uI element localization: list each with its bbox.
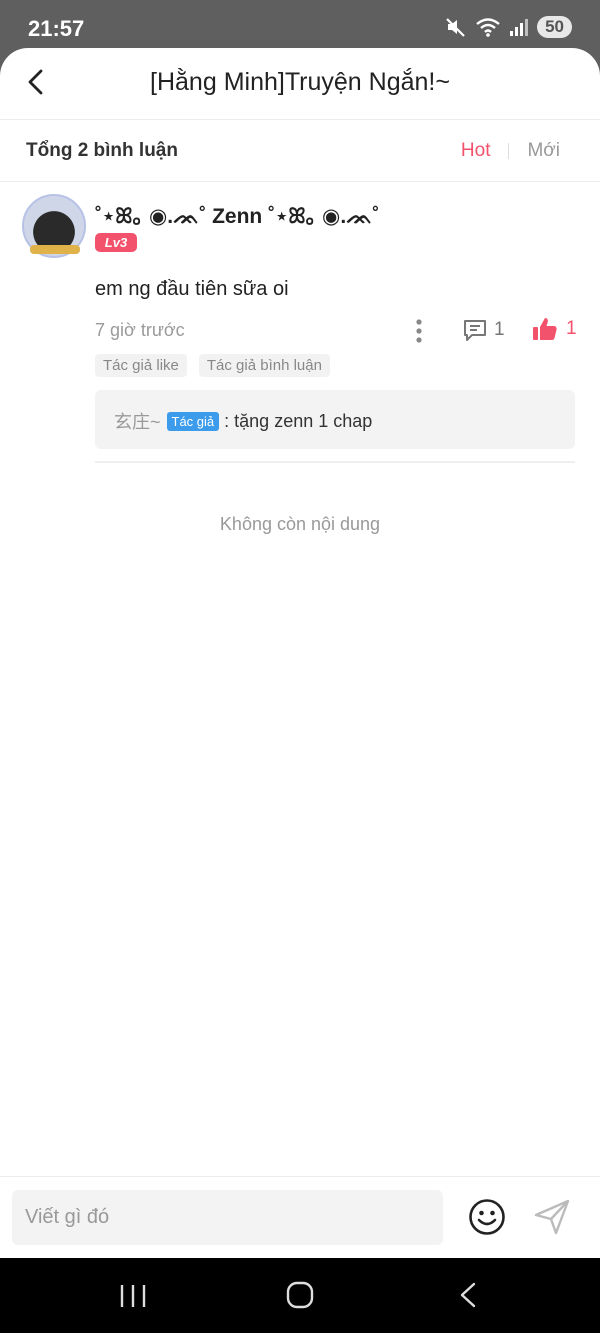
recent-apps-icon[interactable] xyxy=(118,1282,148,1310)
author-badge: Tác giả xyxy=(166,411,220,431)
battery-indicator: 50 xyxy=(537,16,572,38)
like-button[interactable]: 1 xyxy=(532,316,577,342)
wifi-icon xyxy=(476,18,500,37)
reply-preview[interactable]: 玄庄~ Tác giả : tặng zenn 1 chap xyxy=(95,390,575,449)
comment-divider xyxy=(95,461,575,463)
comment-input[interactable] xyxy=(12,1190,443,1245)
sort-separator xyxy=(508,143,510,159)
comment-icon xyxy=(464,320,486,341)
reply-author-name: 玄庄~ xyxy=(114,412,161,432)
status-icons: 50 xyxy=(445,16,572,38)
author-liked-chip: Tác giả like xyxy=(95,354,187,377)
avatar-frame-tag xyxy=(30,245,80,254)
comments-sheet: [Hằng Minh]Truyện Ngắn!~ Tổng 2 bình luậ… xyxy=(0,48,600,1258)
send-icon[interactable] xyxy=(532,1197,572,1237)
level-badge: Lv3 xyxy=(95,233,137,252)
comment-text: em ng đầu tiên sữa oi xyxy=(95,278,289,300)
author-commented-chip: Tác giả bình luận xyxy=(198,354,330,377)
comment-total: Tổng 2 bình luận xyxy=(26,140,178,161)
sort-toggle: Hot Mới xyxy=(461,140,560,162)
sort-new-tab[interactable]: Mới xyxy=(527,140,560,162)
status-time: 21:57 xyxy=(28,16,85,41)
page-title: [Hằng Minh]Truyện Ngắn!~ xyxy=(150,68,450,96)
thumbs-up-icon xyxy=(533,318,557,340)
avatar[interactable] xyxy=(22,194,86,258)
comment-time: 7 giờ trước xyxy=(95,320,185,340)
sort-hot-tab[interactable]: Hot xyxy=(461,140,491,162)
comment-username[interactable]: ˚⋆ꕤ｡ ◉.ᨏ˚ Zenn ˚⋆ꕤ｡ ◉.ᨏ˚ xyxy=(95,200,379,230)
reply-text: : tặng zenn 1 chap xyxy=(224,410,373,431)
mute-icon xyxy=(446,18,465,37)
reply-count: 1 xyxy=(494,319,505,340)
count-divider xyxy=(0,181,600,182)
reply-button[interactable]: 1 xyxy=(462,317,505,343)
signal-icon xyxy=(510,19,529,36)
comment-input-bar xyxy=(0,1176,600,1258)
like-count: 1 xyxy=(566,318,577,339)
end-of-list-text: Không còn nội dung xyxy=(219,514,381,534)
header: [Hằng Minh]Truyện Ngắn!~ xyxy=(0,48,600,120)
emoji-icon[interactable] xyxy=(468,1198,506,1236)
back-icon[interactable] xyxy=(456,1280,480,1310)
comments-count-bar: Tổng 2 bình luận Hot Mới xyxy=(0,120,600,182)
system-nav-bar xyxy=(0,1258,600,1333)
reply-line: 玄庄~ Tác giả : tặng zenn 1 chap xyxy=(114,408,372,434)
home-icon[interactable] xyxy=(285,1280,315,1310)
more-options-icon[interactable] xyxy=(410,318,428,344)
comment-chips: Tác giả like Tác giả bình luận xyxy=(95,354,330,377)
